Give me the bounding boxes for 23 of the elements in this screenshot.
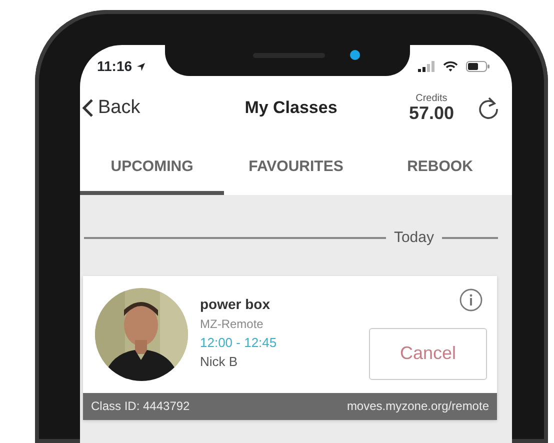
credits-label: Credits bbox=[414, 94, 448, 104]
instructor-name: Nick B bbox=[200, 353, 239, 371]
class-link[interactable]: moves.myzone.org/remote bbox=[346, 397, 489, 415]
class-name: power box bbox=[200, 294, 272, 314]
info-icon[interactable] bbox=[459, 288, 483, 312]
signal-icon bbox=[418, 61, 435, 72]
chevron-left-icon bbox=[82, 98, 94, 118]
tab[interactable]: FAVOURITES bbox=[224, 138, 368, 195]
refresh-icon[interactable] bbox=[478, 96, 500, 120]
tab[interactable]: REBOOK bbox=[368, 138, 512, 195]
class-time: 12:00 - 12:45 bbox=[200, 334, 277, 352]
wifi-icon bbox=[443, 61, 458, 72]
credits-value: 57.00 bbox=[408, 104, 454, 122]
camera-dot bbox=[350, 50, 360, 60]
section-label: Today bbox=[394, 228, 434, 248]
back-button[interactable]: Back bbox=[82, 94, 140, 122]
location-arrow-icon bbox=[136, 62, 146, 72]
class-location: MZ-Remote bbox=[200, 316, 264, 332]
cancel-button[interactable]: Cancel bbox=[369, 328, 487, 380]
battery-icon bbox=[466, 61, 490, 72]
screen-title: My Classes bbox=[244, 98, 338, 117]
class-id: Class ID: 4443792 bbox=[91, 398, 190, 415]
status-time: 11:16 bbox=[97, 57, 132, 76]
